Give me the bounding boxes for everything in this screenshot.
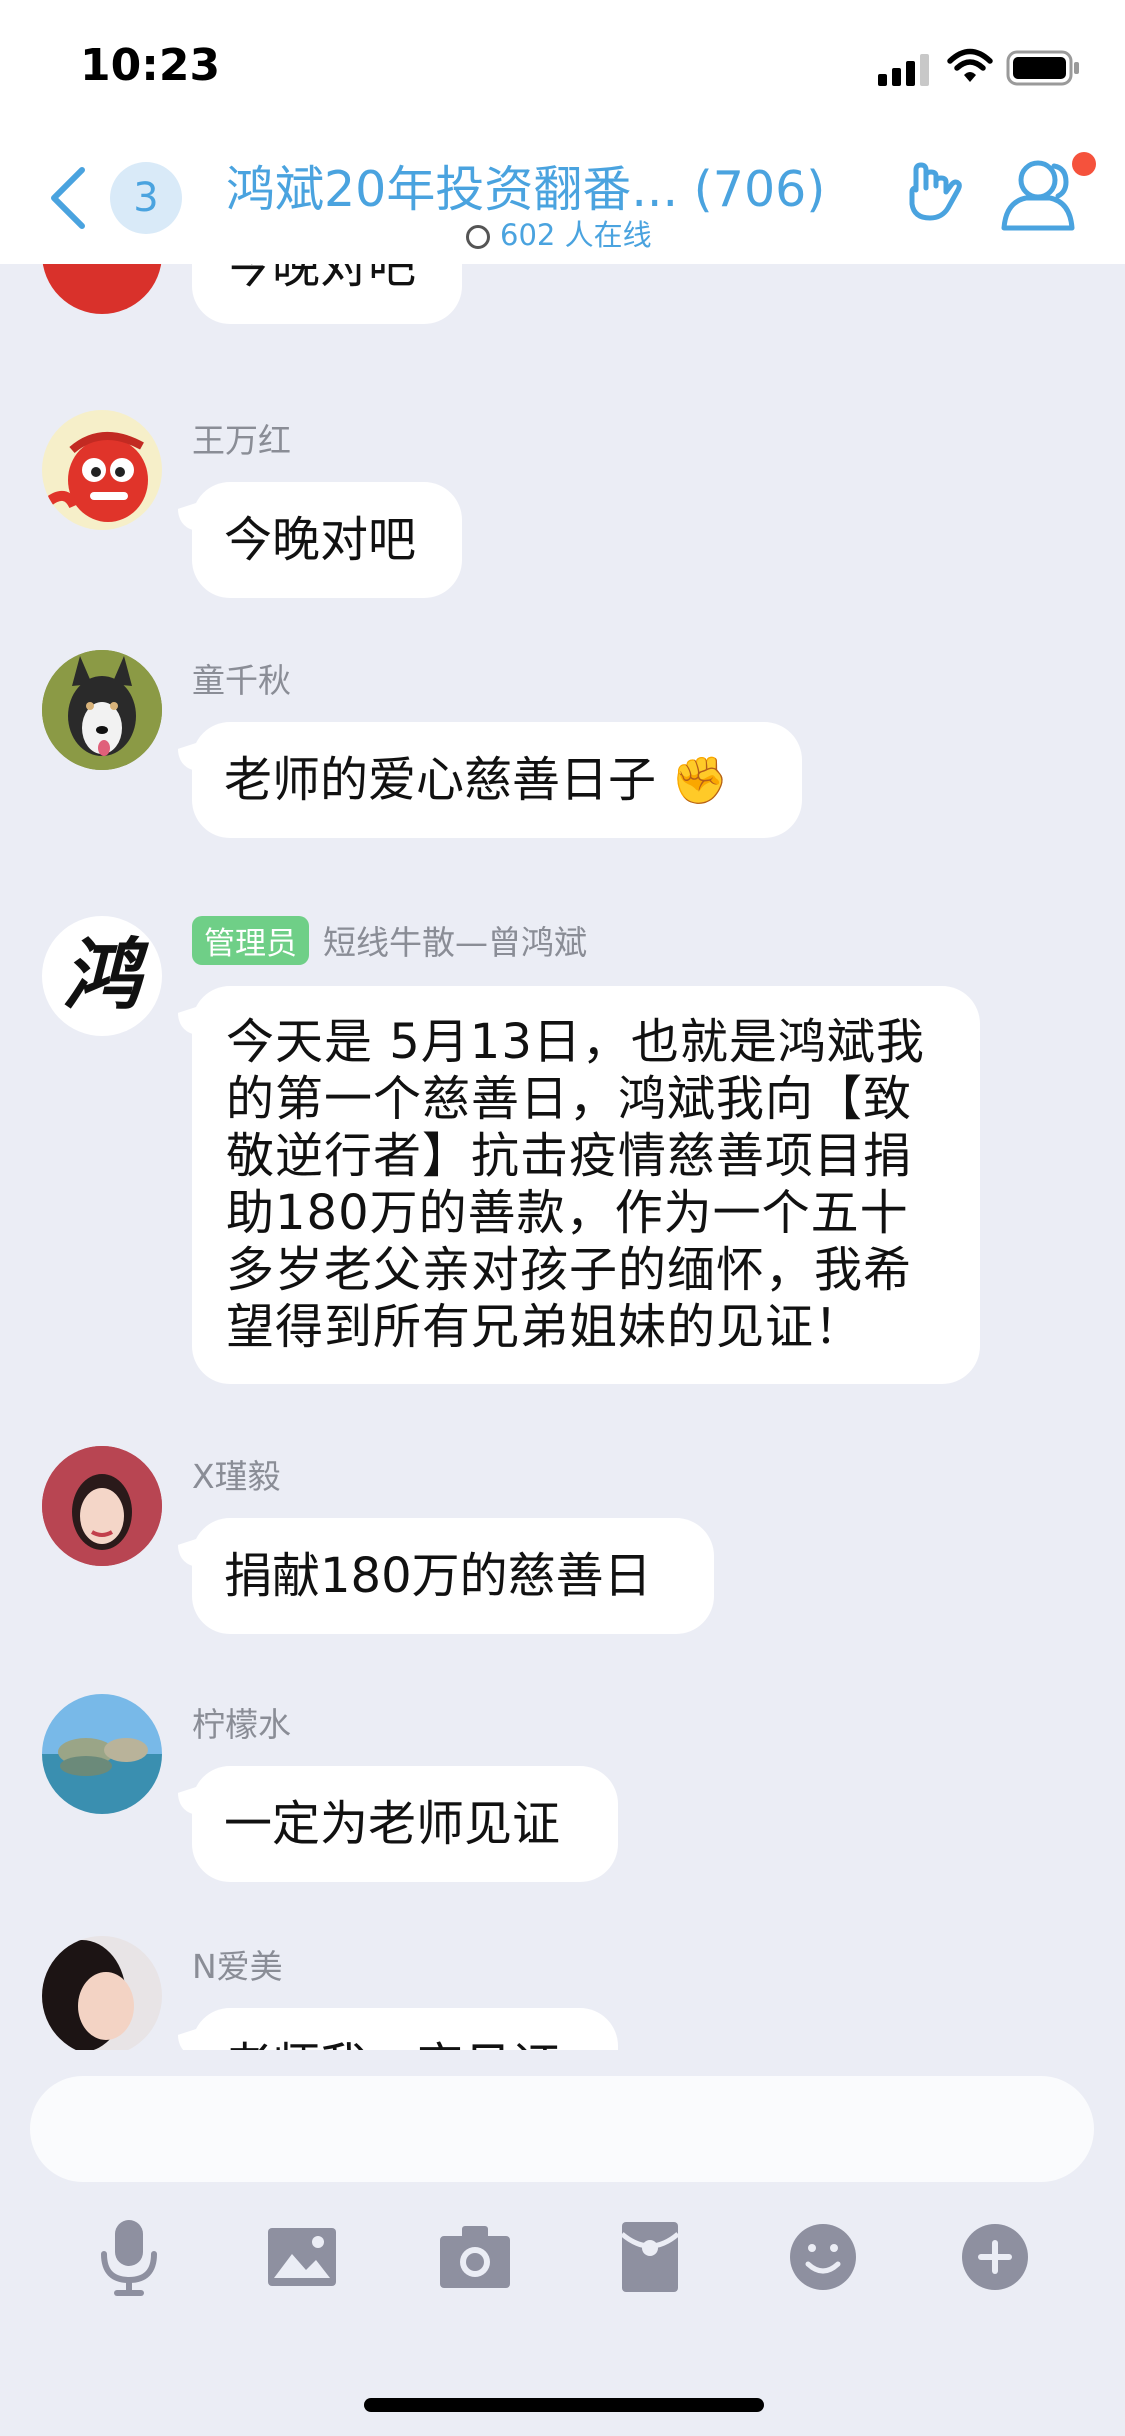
message-bubble[interactable]: 老师的爱心慈善日子 ✊ bbox=[192, 722, 802, 838]
message-line: 多岁老父亲对孩子的缅怀，我希 bbox=[226, 1242, 913, 1298]
message-list[interactable]: 今晚对吧 王万红 今晚对吧 童千秋 老师的爱心慈善日子 ✊ 鸿 管理员 短线牛散… bbox=[0, 264, 1125, 2050]
avatar[interactable] bbox=[42, 264, 162, 314]
sender-name[interactable]: 柠檬水 bbox=[192, 1698, 291, 1746]
signal-icon bbox=[878, 54, 929, 86]
home-indicator[interactable] bbox=[364, 2398, 764, 2412]
lake-avatar-icon bbox=[42, 1694, 162, 1814]
sender-name[interactable]: 童千秋 bbox=[192, 654, 291, 702]
message-bubble[interactable]: 今晚对吧 bbox=[192, 482, 462, 598]
fist-emoji: ✊ bbox=[671, 753, 729, 807]
message-bubble[interactable]: 老师我一定见证 bbox=[192, 2008, 618, 2050]
message-text: 老师的爱心慈善日子 bbox=[224, 752, 657, 808]
unread-badge[interactable]: 3 bbox=[110, 162, 182, 234]
message-input[interactable] bbox=[30, 2076, 1094, 2182]
camera-icon[interactable] bbox=[430, 2212, 520, 2302]
message-bubble[interactable]: 今天是 5月13日，也就是鸿斌我 的第一个慈善日，鸿斌我向【致 敬逆行者】抗击疫… bbox=[192, 986, 980, 1384]
message-line: 的第一个慈善日，鸿斌我向【致 bbox=[226, 1071, 913, 1127]
avatar[interactable] bbox=[42, 650, 162, 770]
message-line: 敬逆行者】抗击疫情慈善项目捐 bbox=[226, 1128, 913, 1184]
sender-name[interactable]: 短线牛散—曾鸿斌 bbox=[323, 923, 587, 962]
avatar[interactable] bbox=[42, 1446, 162, 1566]
avatar[interactable] bbox=[42, 1936, 162, 2050]
group-name: 鸿斌20年投资翻番... bbox=[226, 161, 679, 218]
plus-icon[interactable] bbox=[950, 2212, 1040, 2302]
message-line: 今天是 5月13日，也就是鸿斌我 bbox=[226, 1014, 925, 1070]
message-bubble[interactable]: 今晚对吧 bbox=[192, 264, 462, 324]
dog-avatar-icon bbox=[42, 650, 162, 770]
status-time: 10:23 bbox=[80, 40, 221, 91]
composer bbox=[0, 2050, 1125, 2436]
avatar[interactable] bbox=[42, 1694, 162, 1814]
message-text: 老师我一定见证 bbox=[224, 2038, 560, 2050]
member-count: (706) bbox=[693, 161, 826, 218]
battery-icon bbox=[1006, 50, 1079, 86]
message-line: 助180万的善款，作为一个五十 bbox=[226, 1185, 909, 1241]
notification-dot bbox=[1072, 152, 1096, 176]
back-chevron-icon[interactable] bbox=[42, 158, 102, 238]
wifi-icon bbox=[947, 48, 993, 82]
message-bubble[interactable]: 捐献180万的慈善日 bbox=[192, 1518, 714, 1634]
chevron-circle-icon bbox=[466, 225, 490, 249]
message-bubble[interactable]: 一定为老师见证 bbox=[192, 1766, 618, 1882]
admin-badge: 管理员 bbox=[192, 916, 309, 965]
microphone-icon[interactable] bbox=[84, 2212, 174, 2302]
emoji-icon[interactable] bbox=[778, 2212, 868, 2302]
message-text: 今晚对吧 bbox=[224, 512, 417, 568]
sender-name[interactable]: 王万红 bbox=[192, 414, 291, 462]
group-title[interactable]: 鸿斌20年投资翻番... (706) bbox=[226, 150, 825, 221]
group-members-icon[interactable] bbox=[996, 154, 1080, 234]
image-icon[interactable] bbox=[256, 2212, 346, 2302]
red-mascot-icon bbox=[44, 431, 148, 522]
message-text: 捐献180万的慈善日 bbox=[224, 1548, 652, 1604]
message-text: 今晚对吧 bbox=[224, 264, 417, 294]
message-text: 一定为老师见证 bbox=[224, 1796, 561, 1852]
online-count: 602 人在线 bbox=[500, 218, 652, 252]
woman-avatar-icon bbox=[42, 1446, 162, 1566]
sender-line: 管理员 短线牛散—曾鸿斌 bbox=[192, 916, 587, 965]
message-line: 望得到所有兄弟姐妹的见证！ bbox=[226, 1299, 864, 1355]
chat-header: 3 鸿斌20年投资翻番... (706) 602 人在线 bbox=[0, 130, 1125, 264]
sender-name[interactable]: N爱美 bbox=[192, 1940, 283, 1988]
red-packet-icon[interactable] bbox=[604, 2212, 694, 2302]
hand-gesture-icon[interactable] bbox=[902, 160, 962, 224]
woman-avatar-icon bbox=[42, 1936, 162, 2050]
avatar-calligraphy: 鸿 bbox=[62, 930, 141, 1021]
status-bar: 10:23 bbox=[0, 0, 1125, 130]
avatar[interactable]: 鸿 bbox=[42, 916, 162, 1036]
sender-name[interactable]: X瑾毅 bbox=[192, 1450, 281, 1498]
avatar[interactable] bbox=[42, 410, 162, 530]
online-status[interactable]: 602 人在线 bbox=[466, 212, 652, 254]
